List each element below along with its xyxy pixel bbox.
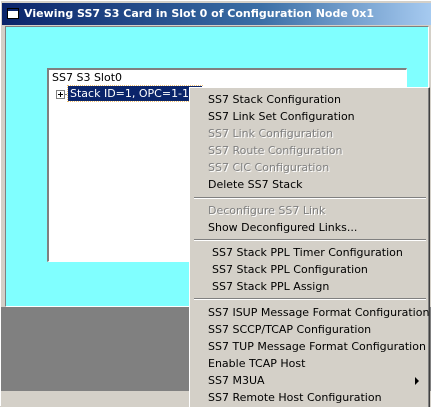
menu-item-show-deconfigured-links[interactable]: Show Deconfigured Links... bbox=[193, 219, 427, 236]
context-menu: SS7 Stack Configuration SS7 Link Set Con… bbox=[189, 87, 430, 407]
menu-separator bbox=[194, 239, 426, 241]
menu-item-ppl-configuration[interactable]: SS7 Stack PPL Configuration bbox=[193, 261, 427, 278]
title-bar[interactable]: Viewing SS7 S3 Card in Slot 0 of Configu… bbox=[2, 3, 431, 25]
window-icon[interactable] bbox=[7, 8, 19, 19]
menu-item-ss7-link-set-configuration[interactable]: SS7 Link Set Configuration bbox=[193, 108, 427, 125]
menu-item-delete-ss7-stack[interactable]: Delete SS7 Stack bbox=[193, 176, 427, 193]
plus-box-icon[interactable] bbox=[56, 90, 65, 99]
menu-item-ss7-stack-configuration[interactable]: SS7 Stack Configuration bbox=[193, 91, 427, 108]
tree-root-label[interactable]: SS7 S3 Slot0 bbox=[52, 71, 122, 84]
menu-item-ss7-route-configuration[interactable]: SS7 Route Configuration bbox=[193, 142, 427, 159]
menu-separator bbox=[194, 197, 426, 199]
menu-item-tup-message-format[interactable]: SS7 TUP Message Format Configuration bbox=[193, 338, 427, 355]
tree-node-stack[interactable]: Stack ID=1, OPC=1-1-1 bbox=[67, 85, 203, 102]
menu-item-ss7-link-configuration[interactable]: SS7 Link Configuration bbox=[193, 125, 427, 142]
menu-item-ss7-m3ua-label: SS7 M3UA bbox=[208, 374, 265, 387]
menu-item-remote-host-configuration[interactable]: SS7 Remote Host Configuration bbox=[193, 389, 427, 406]
menu-item-deconfigure-ss7-link[interactable]: Deconfigure SS7 Link bbox=[193, 202, 427, 219]
menu-separator bbox=[194, 298, 426, 300]
window-title: Viewing SS7 S3 Card in Slot 0 of Configu… bbox=[24, 7, 375, 20]
menu-item-isup-message-format[interactable]: SS7 ISUP Message Format Configuration bbox=[193, 304, 429, 321]
configuration-window: Viewing SS7 S3 Card in Slot 0 of Configu… bbox=[0, 0, 431, 407]
chevron-right-icon bbox=[415, 377, 419, 385]
menu-item-ss7-m3ua[interactable]: SS7 M3UA bbox=[193, 372, 427, 389]
menu-item-ppl-timer-configuration[interactable]: SS7 Stack PPL Timer Configuration bbox=[193, 244, 427, 261]
menu-item-enable-tcap-host[interactable]: Enable TCAP Host bbox=[193, 355, 427, 372]
menu-item-ss7-cic-configuration[interactable]: SS7 CIC Configuration bbox=[193, 159, 427, 176]
menu-item-ppl-assign[interactable]: SS7 Stack PPL Assign bbox=[193, 278, 427, 295]
menu-item-sccp-tcap-configuration[interactable]: SS7 SCCP/TCAP Configuration bbox=[193, 321, 427, 338]
